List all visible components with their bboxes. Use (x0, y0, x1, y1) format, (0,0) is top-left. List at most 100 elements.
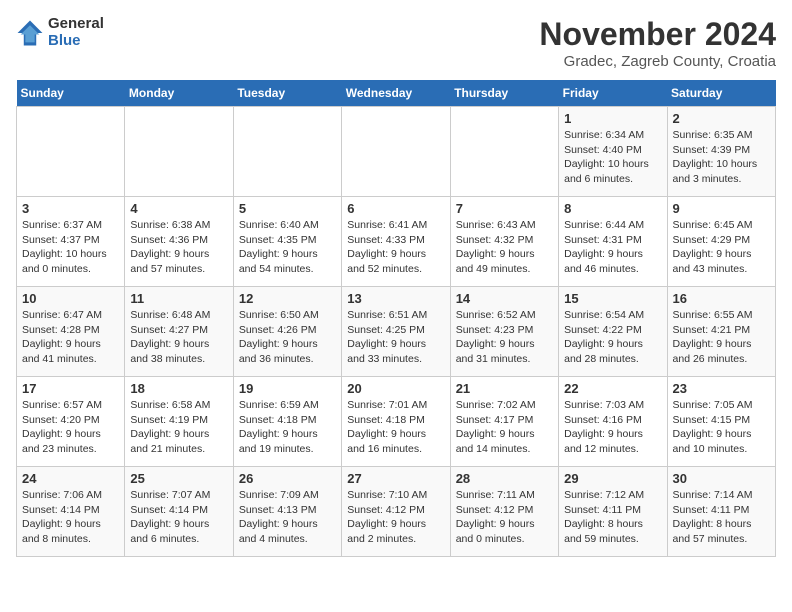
day-number: 22 (564, 381, 661, 396)
day-info: Sunrise: 6:41 AM Sunset: 4:33 PM Dayligh… (347, 218, 444, 277)
calendar-cell (233, 107, 341, 197)
weekday-header-friday: Friday (559, 80, 667, 107)
title-area: November 2024 Gradec, Zagreb County, Cro… (539, 16, 776, 70)
day-number: 6 (347, 201, 444, 216)
day-info: Sunrise: 6:59 AM Sunset: 4:18 PM Dayligh… (239, 398, 336, 457)
calendar-cell: 10 Sunrise: 6:47 AM Sunset: 4:28 PM Dayli… (17, 287, 125, 377)
header: General Blue November 2024 Gradec, Zagre… (16, 16, 776, 70)
day-number: 23 (673, 381, 770, 396)
day-info: Sunrise: 7:06 AM Sunset: 4:14 PM Dayligh… (22, 488, 119, 547)
weekday-header-thursday: Thursday (450, 80, 558, 107)
day-number: 25 (130, 471, 227, 486)
calendar-cell: 5Sunrise: 6:40 AM Sunset: 4:35 PM Daylig… (233, 197, 341, 287)
calendar-cell: 15Sunrise: 6:54 AM Sunset: 4:22 PM Dayli… (559, 287, 667, 377)
day-info: Sunrise: 6:58 AM Sunset: 4:19 PM Dayligh… (130, 398, 227, 457)
day-info: Sunrise: 6:34 AM Sunset: 4:40 PM Dayligh… (564, 128, 661, 187)
calendar-week-1: 1 Sunrise: 6:34 AM Sunset: 4:40 PM Daylig… (17, 107, 776, 197)
calendar-week-4: 17 Sunrise: 6:57 AM Sunset: 4:20 PM Dayli… (17, 377, 776, 467)
day-number: 26 (239, 471, 336, 486)
day-number: 29 (564, 471, 661, 486)
day-info: Sunrise: 6:57 AM Sunset: 4:20 PM Dayligh… (22, 398, 119, 457)
day-info: Sunrise: 7:02 AM Sunset: 4:17 PM Dayligh… (456, 398, 553, 457)
calendar-cell: 21 Sunrise: 7:02 AM Sunset: 4:17 PM Dayli… (450, 377, 558, 467)
calendar-cell: 23 Sunrise: 7:05 AM Sunset: 4:15 PM Dayli… (667, 377, 775, 467)
calendar-cell (17, 107, 125, 197)
calendar-cell: 16Sunrise: 6:55 AM Sunset: 4:21 PM Dayli… (667, 287, 775, 377)
day-number: 1 (564, 111, 661, 126)
day-info: Sunrise: 6:44 AM Sunset: 4:31 PM Dayligh… (564, 218, 661, 277)
day-info: Sunrise: 6:35 AM Sunset: 4:39 PM Dayligh… (673, 128, 770, 187)
calendar-cell: 30Sunrise: 7:14 AM Sunset: 4:11 PM Dayli… (667, 467, 775, 557)
calendar-cell: 2 Sunrise: 6:35 AM Sunset: 4:39 PM Daylig… (667, 107, 775, 197)
day-info: Sunrise: 6:51 AM Sunset: 4:25 PM Dayligh… (347, 308, 444, 367)
day-info: Sunrise: 7:01 AM Sunset: 4:18 PM Dayligh… (347, 398, 444, 457)
calendar-week-3: 10 Sunrise: 6:47 AM Sunset: 4:28 PM Dayli… (17, 287, 776, 377)
day-info: Sunrise: 6:38 AM Sunset: 4:36 PM Dayligh… (130, 218, 227, 277)
day-number: 12 (239, 291, 336, 306)
day-number: 30 (673, 471, 770, 486)
calendar-cell: 18 Sunrise: 6:58 AM Sunset: 4:19 PM Dayli… (125, 377, 233, 467)
day-number: 4 (130, 201, 227, 216)
day-info: Sunrise: 7:03 AM Sunset: 4:16 PM Dayligh… (564, 398, 661, 457)
weekday-header-row: SundayMondayTuesdayWednesdayThursdayFrid… (17, 80, 776, 107)
day-info: Sunrise: 7:09 AM Sunset: 4:13 PM Dayligh… (239, 488, 336, 547)
day-number: 18 (130, 381, 227, 396)
day-info: Sunrise: 6:37 AM Sunset: 4:37 PM Dayligh… (22, 218, 119, 277)
calendar-cell (342, 107, 450, 197)
day-info: Sunrise: 6:40 AM Sunset: 4:35 PM Dayligh… (239, 218, 336, 277)
calendar-cell: 28Sunrise: 7:11 AM Sunset: 4:12 PM Dayli… (450, 467, 558, 557)
day-number: 13 (347, 291, 444, 306)
calendar-cell: 29 Sunrise: 7:12 AM Sunset: 4:11 PM Dayli… (559, 467, 667, 557)
day-info: Sunrise: 6:50 AM Sunset: 4:26 PM Dayligh… (239, 308, 336, 367)
day-info: Sunrise: 6:55 AM Sunset: 4:21 PM Dayligh… (673, 308, 770, 367)
calendar-cell: 20 Sunrise: 7:01 AM Sunset: 4:18 PM Dayli… (342, 377, 450, 467)
day-info: Sunrise: 7:07 AM Sunset: 4:14 PM Dayligh… (130, 488, 227, 547)
day-number: 17 (22, 381, 119, 396)
calendar-cell (450, 107, 558, 197)
page-title: November 2024 (539, 16, 776, 53)
calendar-week-5: 24 Sunrise: 7:06 AM Sunset: 4:14 PM Dayli… (17, 467, 776, 557)
calendar-week-2: 3Sunrise: 6:37 AM Sunset: 4:37 PM Daylig… (17, 197, 776, 287)
calendar-cell: 4 Sunrise: 6:38 AM Sunset: 4:36 PM Daylig… (125, 197, 233, 287)
logo-blue-text: Blue (48, 33, 104, 50)
day-info: Sunrise: 6:54 AM Sunset: 4:22 PM Dayligh… (564, 308, 661, 367)
calendar-cell: 1 Sunrise: 6:34 AM Sunset: 4:40 PM Daylig… (559, 107, 667, 197)
day-number: 11 (130, 291, 227, 306)
calendar-table: SundayMondayTuesdayWednesdayThursdayFrid… (16, 80, 776, 557)
day-info: Sunrise: 6:45 AM Sunset: 4:29 PM Dayligh… (673, 218, 770, 277)
calendar-cell: 7 Sunrise: 6:43 AM Sunset: 4:32 PM Daylig… (450, 197, 558, 287)
day-number: 24 (22, 471, 119, 486)
weekday-header-saturday: Saturday (667, 80, 775, 107)
calendar-cell: 8Sunrise: 6:44 AM Sunset: 4:31 PM Daylig… (559, 197, 667, 287)
day-number: 7 (456, 201, 553, 216)
day-number: 20 (347, 381, 444, 396)
calendar-cell (125, 107, 233, 197)
calendar-cell: 3Sunrise: 6:37 AM Sunset: 4:37 PM Daylig… (17, 197, 125, 287)
calendar-cell: 19Sunrise: 6:59 AM Sunset: 4:18 PM Dayli… (233, 377, 341, 467)
day-number: 2 (673, 111, 770, 126)
day-number: 28 (456, 471, 553, 486)
day-info: Sunrise: 7:12 AM Sunset: 4:11 PM Dayligh… (564, 488, 661, 547)
calendar-cell: 11Sunrise: 6:48 AM Sunset: 4:27 PM Dayli… (125, 287, 233, 377)
day-info: Sunrise: 6:52 AM Sunset: 4:23 PM Dayligh… (456, 308, 553, 367)
day-number: 9 (673, 201, 770, 216)
day-info: Sunrise: 6:47 AM Sunset: 4:28 PM Dayligh… (22, 308, 119, 367)
calendar-cell: 22 Sunrise: 7:03 AM Sunset: 4:16 PM Dayli… (559, 377, 667, 467)
calendar-cell: 27Sunrise: 7:10 AM Sunset: 4:12 PM Dayli… (342, 467, 450, 557)
logo-icon (16, 19, 44, 47)
day-number: 14 (456, 291, 553, 306)
weekday-header-wednesday: Wednesday (342, 80, 450, 107)
day-number: 10 (22, 291, 119, 306)
day-info: Sunrise: 7:05 AM Sunset: 4:15 PM Dayligh… (673, 398, 770, 457)
day-info: Sunrise: 6:43 AM Sunset: 4:32 PM Dayligh… (456, 218, 553, 277)
weekday-header-monday: Monday (125, 80, 233, 107)
calendar-cell: 25 Sunrise: 7:07 AM Sunset: 4:14 PM Dayli… (125, 467, 233, 557)
logo-text: General Blue (48, 16, 104, 49)
logo-general-text: General (48, 16, 104, 33)
calendar-cell: 14 Sunrise: 6:52 AM Sunset: 4:23 PM Dayli… (450, 287, 558, 377)
day-number: 21 (456, 381, 553, 396)
calendar-cell: 24 Sunrise: 7:06 AM Sunset: 4:14 PM Dayli… (17, 467, 125, 557)
page-subtitle: Gradec, Zagreb County, Croatia (539, 53, 776, 70)
calendar-cell: 13 Sunrise: 6:51 AM Sunset: 4:25 PM Dayli… (342, 287, 450, 377)
calendar-cell: 17 Sunrise: 6:57 AM Sunset: 4:20 PM Dayli… (17, 377, 125, 467)
